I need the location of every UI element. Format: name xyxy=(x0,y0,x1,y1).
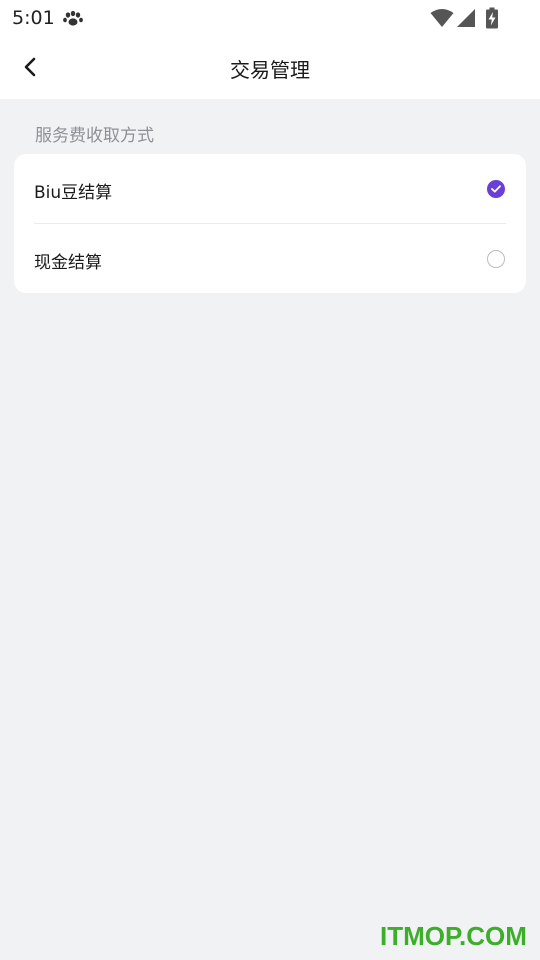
nav-bar: 交易管理 xyxy=(0,36,540,99)
option-cash-settlement[interactable]: 现金结算 xyxy=(14,224,526,293)
option-label: Biu豆结算 xyxy=(34,183,113,203)
paw-icon xyxy=(62,10,84,28)
section-header: 服务费收取方式 xyxy=(35,126,154,146)
option-label: 现金结算 xyxy=(34,253,102,273)
battery-charging-icon xyxy=(485,7,499,29)
signal-icon xyxy=(456,8,476,28)
status-bar: 5:01 xyxy=(0,0,540,36)
wifi-icon xyxy=(430,8,454,28)
watermark-logo: ITMOP.COM xyxy=(380,921,527,951)
checkmark-icon xyxy=(491,185,501,193)
payment-method-card: Biu豆结算 现金结算 xyxy=(14,154,526,293)
status-time: 5:01 xyxy=(12,7,55,29)
page-title: 交易管理 xyxy=(230,58,310,82)
option-biu-bean-settlement[interactable]: Biu豆结算 xyxy=(14,154,526,223)
radio-checked-icon[interactable] xyxy=(487,180,505,198)
radio-unchecked-icon[interactable] xyxy=(487,250,505,268)
